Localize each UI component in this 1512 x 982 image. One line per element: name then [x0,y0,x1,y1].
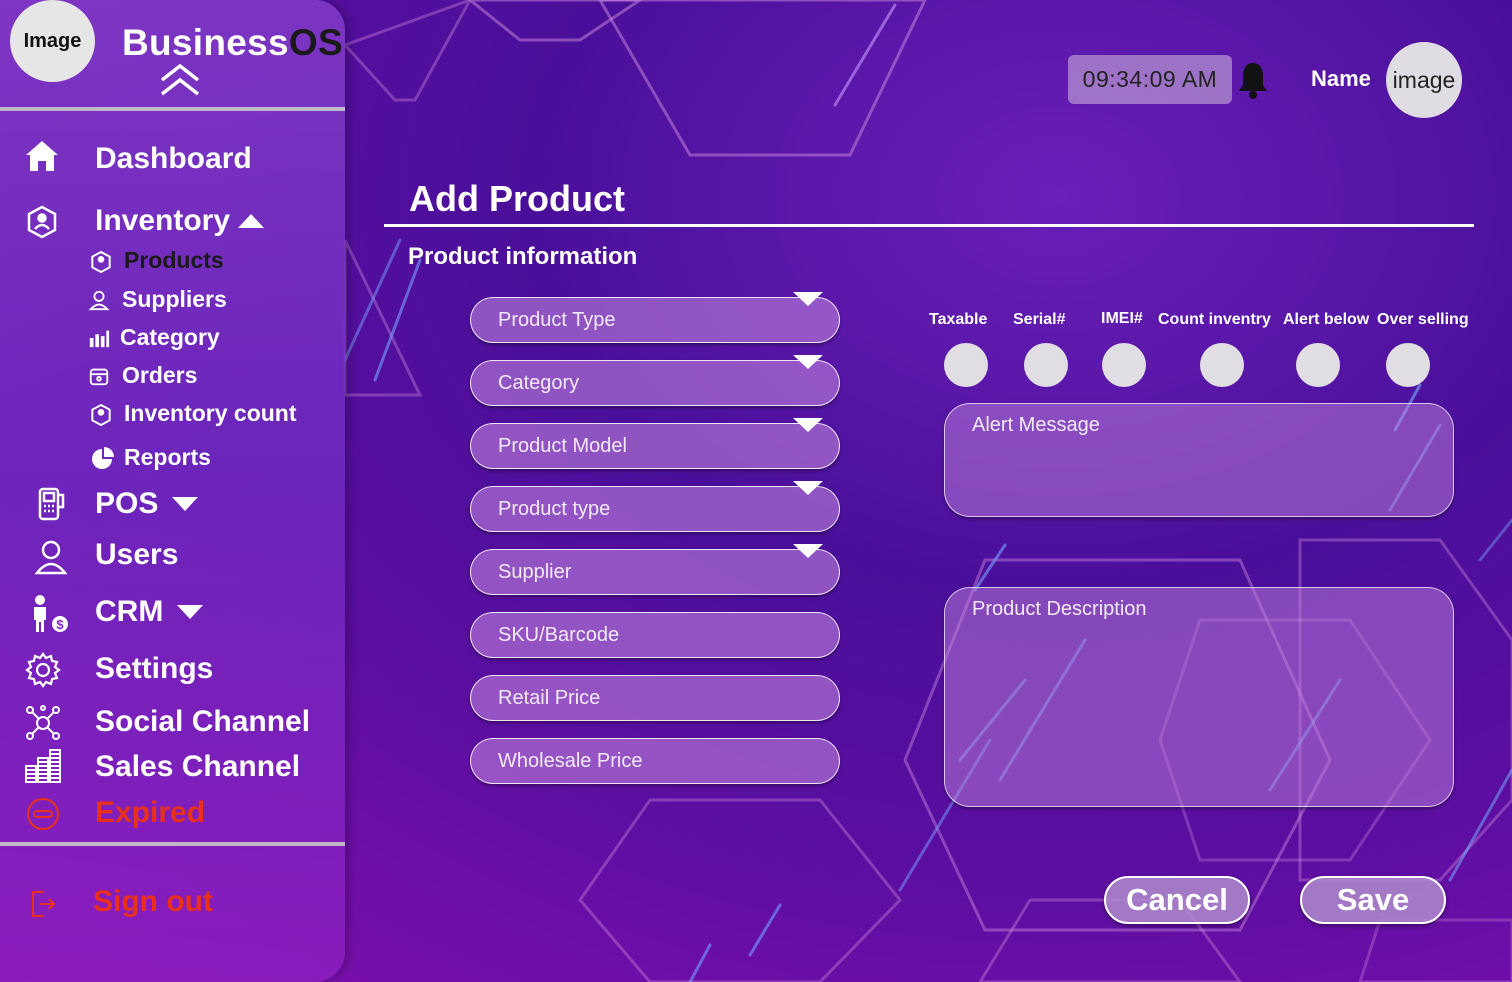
user-icon [34,539,68,575]
crm-person-dollar-icon: $ [30,594,70,634]
inventory-count-icon [89,403,113,427]
save-button[interactable]: Save [1300,876,1446,924]
product-type-label: Product Type [498,308,616,331]
alert-below-toggle[interactable] [1296,343,1340,387]
expired-circle-icon [25,796,61,832]
over-selling-label: Over selling [1377,311,1469,328]
alert-message-placeholder: Alert Message [972,414,1100,436]
sidebar-item-inventory-count[interactable]: Inventory count [124,400,297,427]
sidebar-item-inventory[interactable]: Inventory [95,204,266,238]
sidebar-item-crm-label: CRM [95,595,164,628]
sidebar-item-sign-out[interactable]: Sign out [93,885,213,919]
taxable-toggle[interactable] [944,343,988,387]
category-select[interactable]: Category [470,355,840,406]
dropdown-caret-icon[interactable] [793,292,823,306]
alert-below-label: Alert below [1283,311,1370,328]
product-type-select[interactable]: Product Type [470,292,840,343]
category-label: Category [498,371,580,394]
wholesale-price-input[interactable]: Wholesale Price [470,738,840,784]
page-title: Add Product [409,178,625,219]
gear-icon [24,651,62,689]
dropdown-caret-icon[interactable] [793,481,823,495]
pos-terminal-icon [36,487,66,521]
product-model-select[interactable]: Product Model [470,418,840,469]
over-selling-toggle[interactable] [1386,343,1430,387]
coin-stacks-icon [24,748,62,784]
sidebar-item-pos[interactable]: POS [95,487,200,521]
sku-barcode-placeholder: SKU/Barcode [498,623,620,646]
wholesale-price-placeholder: Wholesale Price [498,749,643,772]
category-chart-icon [88,327,110,349]
sidebar-item-users[interactable]: Users [95,538,178,572]
dropdown-caret-icon[interactable] [793,418,823,432]
bell-icon[interactable] [1236,60,1270,100]
brand-suffix: OS [288,22,343,63]
products-icon [89,250,113,274]
sidebar: Image BusinessOS Dashboard Inventory Pro… [0,0,345,982]
sidebar-item-crm[interactable]: CRM [95,595,205,629]
product-model-label: Product Model [498,434,627,457]
home-icon [24,138,60,174]
retail-price-placeholder: Retail Price [498,686,601,709]
triangle-down-icon [172,497,199,511]
social-network-icon [24,704,62,742]
supplier-icon [88,289,110,311]
inventory-icon [24,204,60,240]
brand-prefix: Business [122,22,289,63]
sidebar-item-sales-channel[interactable]: Sales Channel [95,750,300,784]
section-title: Product information [408,243,638,270]
sidebar-item-social-channel[interactable]: Social Channel [95,705,310,739]
clock: 09:34:09 AM [1068,55,1232,104]
cancel-button[interactable]: Cancel [1104,876,1250,924]
product-type-2-select[interactable]: Product type [470,481,840,532]
serial-toggle[interactable] [1024,343,1068,387]
sign-out-icon [30,889,56,919]
sidebar-item-category[interactable]: Category [120,324,220,351]
sidebar-item-orders[interactable]: Orders [122,362,197,389]
brand-title: BusinessOS [122,22,343,64]
pie-chart-icon [90,447,114,471]
retail-price-input[interactable]: Retail Price [470,675,840,721]
dropdown-caret-icon[interactable] [793,544,823,558]
imei-toggle[interactable] [1102,343,1146,387]
alert-message-textarea[interactable]: Alert Message [944,403,1454,517]
sidebar-item-settings[interactable]: Settings [95,652,213,686]
supplier-select[interactable]: Supplier [470,544,840,595]
serial-label: Serial# [1013,311,1066,328]
double-chevron-up-icon[interactable] [158,62,202,98]
product-description-textarea[interactable]: Product Description [944,587,1454,807]
sidebar-item-inventory-label: Inventory [95,204,231,237]
sku-barcode-input[interactable]: SKU/Barcode [470,612,840,658]
sidebar-divider-bottom [0,842,345,846]
sidebar-item-pos-label: POS [95,487,159,520]
logo: Image [10,0,95,82]
product-description-placeholder: Product Description [972,598,1147,620]
count-inventory-toggle[interactable] [1200,343,1244,387]
triangle-up-icon [238,214,265,228]
user-name[interactable]: Name [1311,66,1371,92]
triangle-down-icon [177,605,204,619]
svg-text:$: $ [56,617,64,632]
imei-label: IMEI# [1101,310,1143,327]
sidebar-item-suppliers[interactable]: Suppliers [122,286,227,313]
supplier-label: Supplier [498,560,572,583]
dropdown-caret-icon[interactable] [793,355,823,369]
taxable-label: Taxable [929,311,988,328]
sidebar-item-dashboard[interactable]: Dashboard [95,142,252,176]
orders-icon [88,365,110,387]
title-divider [384,224,1474,227]
product-type-2-label: Product type [498,497,611,520]
count-inventory-label: Count inventry [1158,311,1271,328]
sidebar-item-expired[interactable]: Expired [95,796,205,830]
sidebar-item-products[interactable]: Products [124,247,224,274]
avatar[interactable]: image [1386,42,1462,118]
sidebar-divider-top [0,107,345,111]
sidebar-item-reports[interactable]: Reports [124,444,211,471]
